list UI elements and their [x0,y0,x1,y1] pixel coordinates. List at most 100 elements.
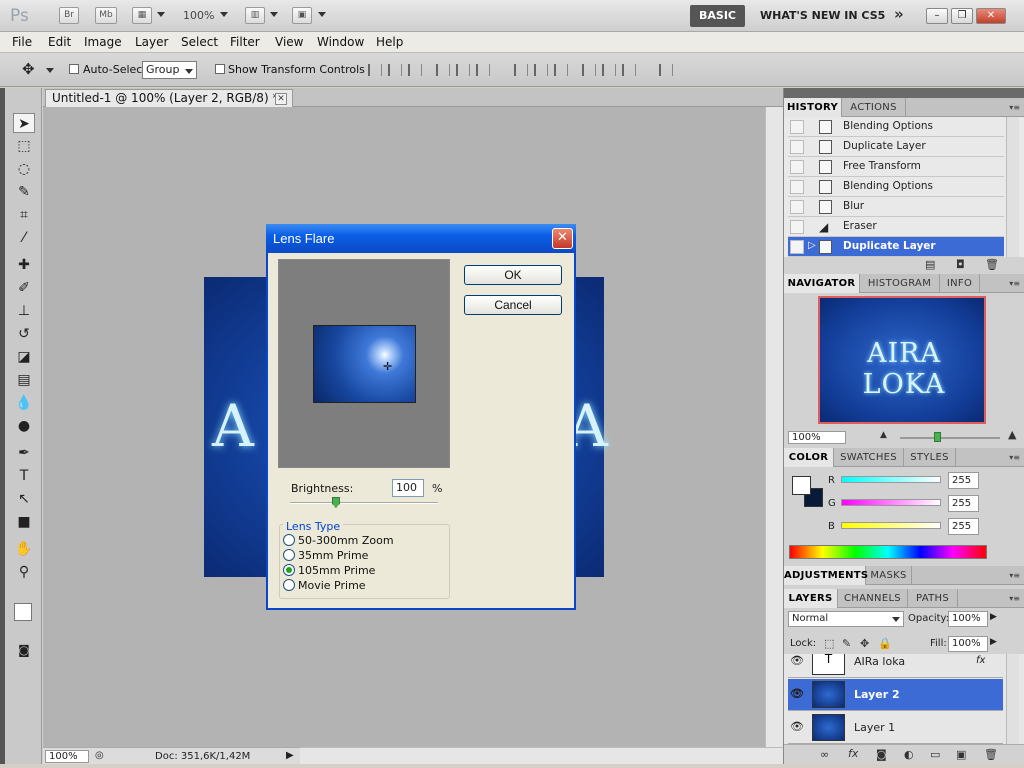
zoom-dropdown-icon[interactable] [220,12,228,17]
color-spectrum-bar[interactable] [789,545,987,559]
navigator-zoom-field[interactable]: 100% [788,431,846,444]
color-panel-menu-icon[interactable]: ▾≡ [1009,453,1020,462]
mini-bridge-button[interactable]: Mb [95,7,117,24]
add-mask-icon[interactable]: ◙ [876,748,887,761]
lens-radio-105mm[interactable] [283,564,295,576]
eyedropper-tool-icon[interactable]: ⁄ [13,228,35,248]
transform-controls-checkbox[interactable] [215,64,225,74]
screen-mode-dropdown-icon[interactable] [318,12,326,17]
type-tool-icon[interactable]: T [13,466,35,486]
auto-select-checkbox[interactable] [69,64,79,74]
align-hcenter-icon[interactable] [456,64,470,76]
blur-tool-icon[interactable]: 💧 [13,393,35,413]
tab-color[interactable]: COLOR [784,448,834,467]
history-scrollbar[interactable] [1006,117,1019,257]
adjustments-panel-menu-icon[interactable]: ▾≡ [1009,571,1020,580]
fill-slider-arrow-icon[interactable]: ▶ [990,637,997,647]
minimize-button[interactable]: – [926,8,948,24]
pen-tool-icon[interactable]: ✒ [13,443,35,463]
delete-layer-icon[interactable]: 🗑 [984,748,998,761]
path-selection-tool-icon[interactable]: ↖ [13,489,35,509]
layer-row-selected[interactable]: 👁 Layer 2 [788,679,1003,711]
distribute-left-icon[interactable] [582,64,596,76]
bridge-button[interactable]: Br [59,7,79,24]
menu-view[interactable]: View [275,35,303,49]
zoom-out-icon[interactable]: ▲ [880,430,887,440]
view-extras-dropdown-icon[interactable] [157,12,165,17]
layers-panel-menu-icon[interactable]: ▾≡ [1009,594,1020,603]
layer-name[interactable]: Layer 2 [854,688,900,701]
distribute-right-icon[interactable] [622,64,636,76]
layer-visibility-eye-icon[interactable]: 👁 [790,720,804,733]
document-tab[interactable]: Untitled-1 @ 100% (Layer 2, RGB/8) * ✕ [45,89,293,107]
history-snapshot-checkbox[interactable] [790,180,804,194]
history-brush-tool-icon[interactable]: ↺ [13,324,35,344]
history-panel-menu-icon[interactable]: ▾≡ [1009,103,1020,112]
lens-label-105mm[interactable]: 105mm Prime [298,564,375,577]
zoom-in-icon[interactable]: ▲ [1008,428,1016,441]
layers-scrollbar[interactable] [1006,654,1019,744]
lasso-tool-icon[interactable]: ◌ [13,159,35,179]
layer-row-text[interactable]: 👁 T AIRa loka fx [788,654,1003,678]
history-snapshot-checkbox[interactable] [790,160,804,174]
tab-info[interactable]: INFO [940,274,980,293]
align-bottom-icon[interactable] [408,64,422,76]
history-item[interactable]: Blending Options [788,117,1004,137]
new-layer-icon[interactable]: ▣ [956,748,966,761]
menu-filter[interactable]: Filter [230,35,260,49]
distribute-hcenter-icon[interactable] [602,64,616,76]
close-document-icon[interactable]: ✕ [275,93,287,105]
blue-value-input[interactable]: 255 [948,518,979,535]
tab-masks[interactable]: MASKS [866,566,912,585]
blend-mode-select[interactable]: Normal [788,611,904,627]
cancel-button[interactable]: Cancel [464,295,562,315]
tab-swatches[interactable]: SWATCHES [834,448,904,467]
lens-label-movie[interactable]: Movie Prime [298,579,366,592]
quick-mask-icon[interactable]: ◙ [13,640,35,660]
healing-brush-tool-icon[interactable]: ✚ [13,255,35,275]
hand-tool-icon[interactable]: ✋ [13,539,35,559]
dialog-close-button[interactable]: ✕ [552,228,573,249]
lens-radio-35mm[interactable] [283,549,295,561]
restore-button[interactable]: ❐ [951,8,973,24]
align-vcenter-icon[interactable] [388,64,402,76]
close-app-button[interactable]: ✕ [976,8,1006,24]
whats-new-workspace[interactable]: WHAT'S NEW IN CS5 [760,9,885,22]
menu-edit[interactable]: Edit [48,35,71,49]
navigator-zoom-slider[interactable] [900,437,1000,439]
brightness-slider-track[interactable] [290,502,438,504]
menu-window[interactable]: Window [317,35,364,49]
distribute-vcenter-icon[interactable] [534,64,548,76]
menu-file[interactable]: File [12,35,32,49]
menu-image[interactable]: Image [84,35,122,49]
status-info-icon[interactable]: ◎ [95,750,104,761]
red-value-input[interactable]: 255 [948,472,979,489]
distribute-top-icon[interactable] [514,64,528,76]
tab-actions[interactable]: ACTIONS [842,98,906,117]
new-snapshot-icon[interactable]: ◘ [956,258,965,271]
more-workspaces-icon[interactable]: » [894,5,904,23]
history-item[interactable]: Free Transform [788,157,1004,177]
new-adjustment-layer-icon[interactable]: ◐ [904,748,914,761]
brightness-slider-thumb[interactable] [331,497,340,508]
layer-effects-fx-icon[interactable]: fx [976,655,985,666]
lens-radio-movie[interactable] [283,579,295,591]
blue-slider[interactable] [841,522,941,529]
tab-history[interactable]: HISTORY [784,98,842,117]
flare-preview-image[interactable]: ✛ [313,325,416,403]
layer-visibility-eye-icon[interactable]: 👁 [790,687,804,700]
tab-adjustments[interactable]: ADJUSTMENTS [784,566,868,585]
brightness-input[interactable]: 100 [392,479,424,497]
align-left-icon[interactable] [436,64,450,76]
ok-button[interactable]: OK [464,265,562,285]
clone-stamp-tool-icon[interactable]: ⊥ [13,301,35,321]
brush-tool-icon[interactable]: ✐ [13,278,35,298]
flare-center-crosshair-icon[interactable]: ✛ [383,360,392,373]
lock-image-icon[interactable]: ✎ [842,637,851,650]
lock-all-icon[interactable]: 🔒 [878,637,892,650]
eraser-tool-icon[interactable]: ◪ [13,347,35,367]
tab-histogram[interactable]: HISTOGRAM [860,274,940,293]
canvas-vertical-scrollbar[interactable] [765,107,783,747]
gradient-tool-icon[interactable]: ▤ [13,370,35,390]
tab-layers[interactable]: LAYERS [784,589,838,608]
